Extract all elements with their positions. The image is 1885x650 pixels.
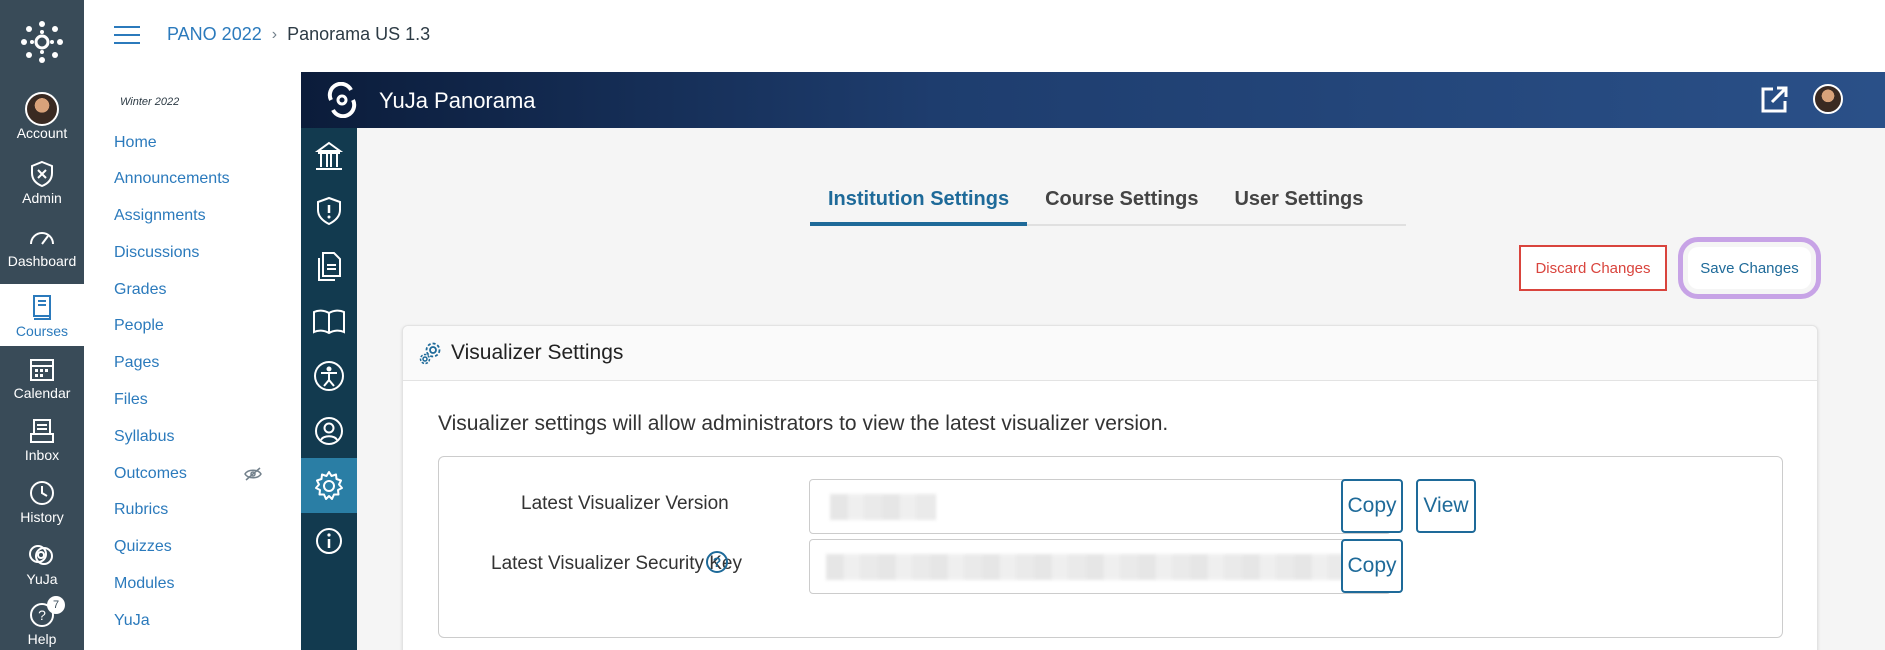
course-nav-quizzes[interactable]: Quizzes (114, 538, 172, 556)
nav-history[interactable]: History (0, 470, 84, 532)
shield-icon (31, 160, 53, 188)
course-nav-people[interactable]: People (114, 317, 164, 335)
hamburger-menu-icon[interactable] (114, 26, 140, 46)
tab-user-settings[interactable]: User Settings (1216, 180, 1381, 224)
info-icon[interactable] (301, 513, 357, 568)
nav-yuja[interactable]: YuJa (0, 532, 84, 594)
svg-text:?: ? (38, 607, 46, 623)
card-description: Visualizer settings will allow administr… (438, 412, 1169, 435)
course-nav-yuja[interactable]: YuJa (114, 612, 150, 630)
institution-icon[interactable] (301, 128, 357, 183)
canvas-logo-icon (21, 21, 63, 63)
course-nav-syllabus[interactable]: Syllabus (114, 428, 174, 446)
visualizer-fields-box: Latest Visualizer Version Copy View Late… (438, 456, 1783, 638)
external-link-icon[interactable] (1759, 85, 1789, 120)
documents-icon[interactable] (301, 238, 357, 293)
course-nav-home[interactable]: Home (114, 134, 157, 152)
tab-institution-settings[interactable]: Institution Settings (810, 180, 1028, 226)
help-badge: 7 (47, 596, 65, 614)
global-nav: Account Admin Dashboard Courses Calendar… (0, 0, 84, 650)
course-nav-assignments[interactable]: Assignments (114, 207, 206, 225)
nav-admin-label: Admin (22, 190, 62, 206)
course-nav-modules[interactable]: Modules (114, 575, 174, 593)
book-icon (33, 295, 51, 320)
version-label: Latest Visualizer Version (521, 493, 729, 514)
course-nav-outcomes[interactable]: Outcomes (114, 465, 187, 483)
calendar-icon (30, 359, 54, 381)
clock-icon (30, 481, 54, 505)
yuja-header: YuJa Panorama (301, 72, 1885, 128)
visualizer-settings-card: Visualizer Settings Visualizer settings … (402, 325, 1818, 650)
course-nav-announcements[interactable]: Announcements (114, 170, 230, 188)
nav-inbox-label: Inbox (24, 447, 60, 463)
save-changes-button[interactable]: Save Changes (1688, 247, 1811, 289)
card-title: Visualizer Settings (451, 341, 624, 364)
nav-account-label: Account (16, 125, 68, 141)
nav-calendar-label: Calendar (13, 385, 71, 401)
tab-course-settings[interactable]: Course Settings (1027, 180, 1216, 224)
course-nav: Winter 2022 Home Announcements Assignmen… (84, 72, 301, 650)
course-nav-files[interactable]: Files (114, 391, 148, 409)
inbox-icon (30, 419, 54, 443)
help-circle-icon[interactable]: ? (705, 550, 729, 579)
nav-admin[interactable]: Admin (0, 151, 84, 213)
card-header: Visualizer Settings (403, 326, 1817, 381)
nav-dashboard[interactable]: Dashboard (0, 214, 84, 276)
nav-dashboard-label: Dashboard (7, 253, 77, 269)
course-nav-rubrics[interactable]: Rubrics (114, 501, 168, 519)
breadcrumb-separator-icon: › (271, 25, 278, 43)
breadcrumb-page: Panorama US 1.3 (287, 24, 431, 44)
shield-alert-icon[interactable] (301, 183, 357, 238)
course-nav-pages[interactable]: Pages (114, 354, 159, 372)
nav-courses-label: Courses (15, 323, 69, 339)
course-nav-grades[interactable]: Grades (114, 281, 166, 299)
yuja-icon (29, 545, 53, 565)
nav-courses[interactable]: Courses (0, 284, 84, 346)
nav-help[interactable]: ? Help 7 (0, 592, 84, 650)
yuja-logo-icon (323, 81, 361, 123)
yuja-sidebar (301, 128, 357, 650)
user-circle-icon[interactable] (301, 403, 357, 458)
dashboard-icon (30, 232, 54, 245)
nav-inbox[interactable]: Inbox (0, 408, 84, 470)
course-nav-discussions[interactable]: Discussions (114, 244, 199, 262)
save-changes-highlight: Save Changes (1678, 237, 1821, 299)
hidden-eye-icon (244, 467, 262, 486)
yuja-title: YuJa Panorama (379, 88, 536, 113)
nav-calendar[interactable]: Calendar (0, 346, 84, 408)
gear-icon[interactable] (301, 458, 357, 513)
yuja-user-avatar[interactable] (1813, 84, 1843, 114)
nav-history-label: History (20, 509, 64, 525)
breadcrumb-course[interactable]: PANO 2022 (167, 24, 262, 45)
gears-icon (419, 342, 441, 365)
nav-account[interactable]: Account (0, 86, 84, 148)
redacted-security-key (826, 554, 1372, 580)
view-version-button[interactable]: View (1416, 479, 1476, 533)
open-book-icon[interactable] (301, 293, 357, 348)
copy-security-key-button[interactable]: Copy (1341, 539, 1403, 593)
nav-help-label: Help (27, 631, 57, 647)
redacted-version-value (830, 494, 936, 520)
nav-yuja-label: YuJa (26, 571, 58, 587)
avatar (25, 92, 59, 126)
svg-text:?: ? (713, 554, 722, 570)
security-key-field[interactable] (809, 539, 1391, 594)
settings-tabs: Institution Settings Course Settings Use… (810, 180, 1406, 226)
copy-version-button[interactable]: Copy (1341, 479, 1403, 533)
canvas-logo[interactable] (0, 0, 84, 84)
version-field[interactable] (809, 479, 1391, 534)
accessibility-icon[interactable] (301, 348, 357, 403)
top-bar: PANO 2022 › Panorama US 1.3 (84, 0, 1885, 72)
main-content: Institution Settings Course Settings Use… (357, 128, 1885, 650)
breadcrumb: PANO 2022 › Panorama US 1.3 (167, 24, 430, 45)
course-term: Winter 2022 (120, 96, 180, 108)
discard-changes-button[interactable]: Discard Changes (1519, 245, 1667, 291)
